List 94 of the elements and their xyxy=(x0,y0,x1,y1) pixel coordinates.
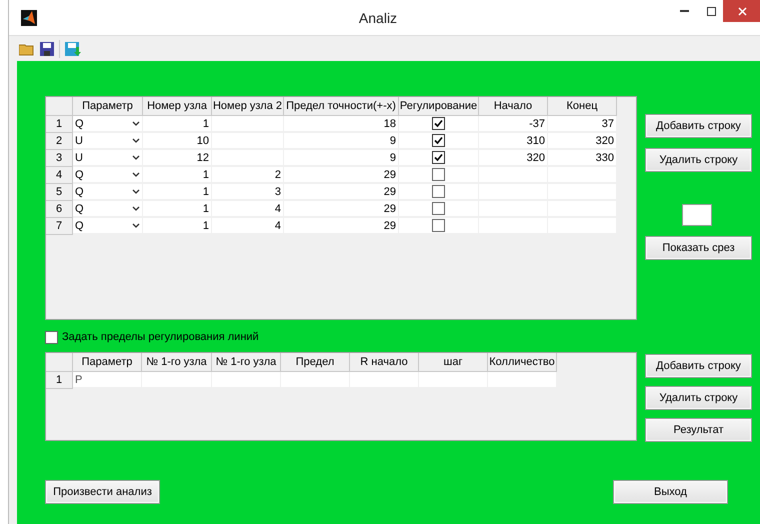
table-cell: 4 xyxy=(212,218,284,234)
table-cell: P xyxy=(73,372,142,388)
row-number: 2 xyxy=(46,133,73,150)
chevron-down-icon[interactable] xyxy=(132,138,140,143)
side-button[interactable]: Удалить строку xyxy=(645,386,752,410)
table-cell: 330 xyxy=(548,150,617,166)
table-cell xyxy=(488,372,557,388)
row-number: 1 xyxy=(46,116,73,133)
table-cell: 29 xyxy=(284,184,399,200)
parameter-dropdown[interactable]: Q xyxy=(73,167,143,183)
chevron-down-icon[interactable] xyxy=(132,223,140,228)
chevron-down-icon[interactable] xyxy=(132,206,140,211)
table-cell xyxy=(212,116,284,132)
row-number: 5 xyxy=(46,184,73,201)
row-number: 1 xyxy=(46,372,73,389)
column-header: Регулирование xyxy=(399,97,479,116)
table-cell: 9 xyxy=(284,150,399,166)
save-icon[interactable] xyxy=(40,42,54,56)
parameter-dropdown[interactable]: Q xyxy=(73,218,143,234)
side-button[interactable]: Добавить строку xyxy=(645,114,752,138)
regulation-checkbox[interactable] xyxy=(432,134,445,147)
chevron-down-icon[interactable] xyxy=(132,189,140,194)
parameter-dropdown[interactable]: U xyxy=(73,133,143,149)
row-number: 3 xyxy=(46,150,73,167)
column-header: Номер узла 2 xyxy=(212,97,284,116)
column-header: Предел точности(+-x) xyxy=(284,97,399,116)
table-cell: 1 xyxy=(143,218,212,234)
table-cell xyxy=(281,372,350,388)
regulation-checkbox[interactable] xyxy=(432,168,445,181)
parameter-dropdown[interactable]: U xyxy=(73,150,143,166)
table-cell: 29 xyxy=(284,201,399,217)
row-number: 6 xyxy=(46,201,73,218)
checkbox-label: Задать пределы регулирования линий xyxy=(62,331,259,343)
parameter-dropdown[interactable]: Q xyxy=(73,116,143,132)
side-button[interactable]: Результат xyxy=(645,418,752,442)
table-cell: 1 xyxy=(143,184,212,200)
table-cell: 9 xyxy=(284,133,399,149)
table-cell: 1 xyxy=(143,116,212,132)
chevron-down-icon[interactable] xyxy=(132,121,140,126)
parameter-dropdown[interactable]: Q xyxy=(73,201,143,217)
column-header: R начало xyxy=(350,353,419,372)
window-title: Analiz xyxy=(358,10,398,26)
column-header: № 1-го узла xyxy=(142,353,212,372)
regulation-checkbox[interactable] xyxy=(432,202,445,215)
row-number: 7 xyxy=(46,218,73,235)
table-cell: 3 xyxy=(212,184,284,200)
table-cell: 10 xyxy=(143,133,212,149)
table-cell: 37 xyxy=(548,116,617,132)
table-cell: 310 xyxy=(479,133,548,149)
table-cell: 29 xyxy=(284,218,399,234)
column-header: Начало xyxy=(479,97,548,116)
column-header: Номер узла xyxy=(143,97,212,116)
table-cell: -37 xyxy=(479,116,548,132)
table-cell xyxy=(419,372,488,388)
table-cell: 18 xyxy=(284,116,399,132)
table-cell: 1 xyxy=(143,167,212,183)
table-cell: 12 xyxy=(143,150,212,166)
column-header: Предел xyxy=(281,353,350,372)
regulation-checkbox[interactable] xyxy=(432,219,445,232)
minimize-icon xyxy=(680,10,688,12)
close-button[interactable] xyxy=(723,0,760,22)
chevron-down-icon[interactable] xyxy=(132,172,140,177)
column-header: Параметр xyxy=(73,353,142,372)
table-cell: 320 xyxy=(479,150,548,166)
side-button[interactable]: Добавить строку xyxy=(645,354,752,378)
folder-icon[interactable] xyxy=(19,42,35,56)
chevron-down-icon[interactable] xyxy=(132,155,140,160)
column-header: Параметр xyxy=(73,97,143,116)
column-header: Конец xyxy=(548,97,617,116)
side-button[interactable]: Удалить строку xyxy=(645,148,752,172)
table-cell: 320 xyxy=(548,133,617,149)
table-cell xyxy=(350,372,419,388)
exit-button[interactable]: Выход xyxy=(613,480,728,504)
column-header: № 1-го узла xyxy=(212,353,281,372)
close-icon xyxy=(738,6,746,16)
table-cell xyxy=(212,372,281,388)
regulation-checkbox[interactable] xyxy=(432,151,445,164)
analyze-button[interactable]: Произвести анализ xyxy=(45,480,160,504)
row-number: 4 xyxy=(46,167,73,184)
table-cell: 1 xyxy=(143,201,212,217)
column-header: шаг xyxy=(419,353,488,372)
table-cell: 29 xyxy=(284,167,399,183)
regulation-checkbox[interactable] xyxy=(432,117,445,130)
regulation-checkbox[interactable] xyxy=(432,185,445,198)
checkbox[interactable] xyxy=(45,330,58,344)
parameter-dropdown[interactable]: Q xyxy=(73,184,143,200)
table-cell: 2 xyxy=(212,167,284,183)
show-slice-button[interactable]: Показать срез xyxy=(645,236,752,260)
input-field[interactable] xyxy=(682,204,712,226)
table-cell xyxy=(142,372,212,388)
app-logo-icon xyxy=(21,10,37,26)
column-header: Колличество xyxy=(488,353,557,372)
table-cell: 4 xyxy=(212,201,284,217)
maximize-icon xyxy=(706,6,716,16)
